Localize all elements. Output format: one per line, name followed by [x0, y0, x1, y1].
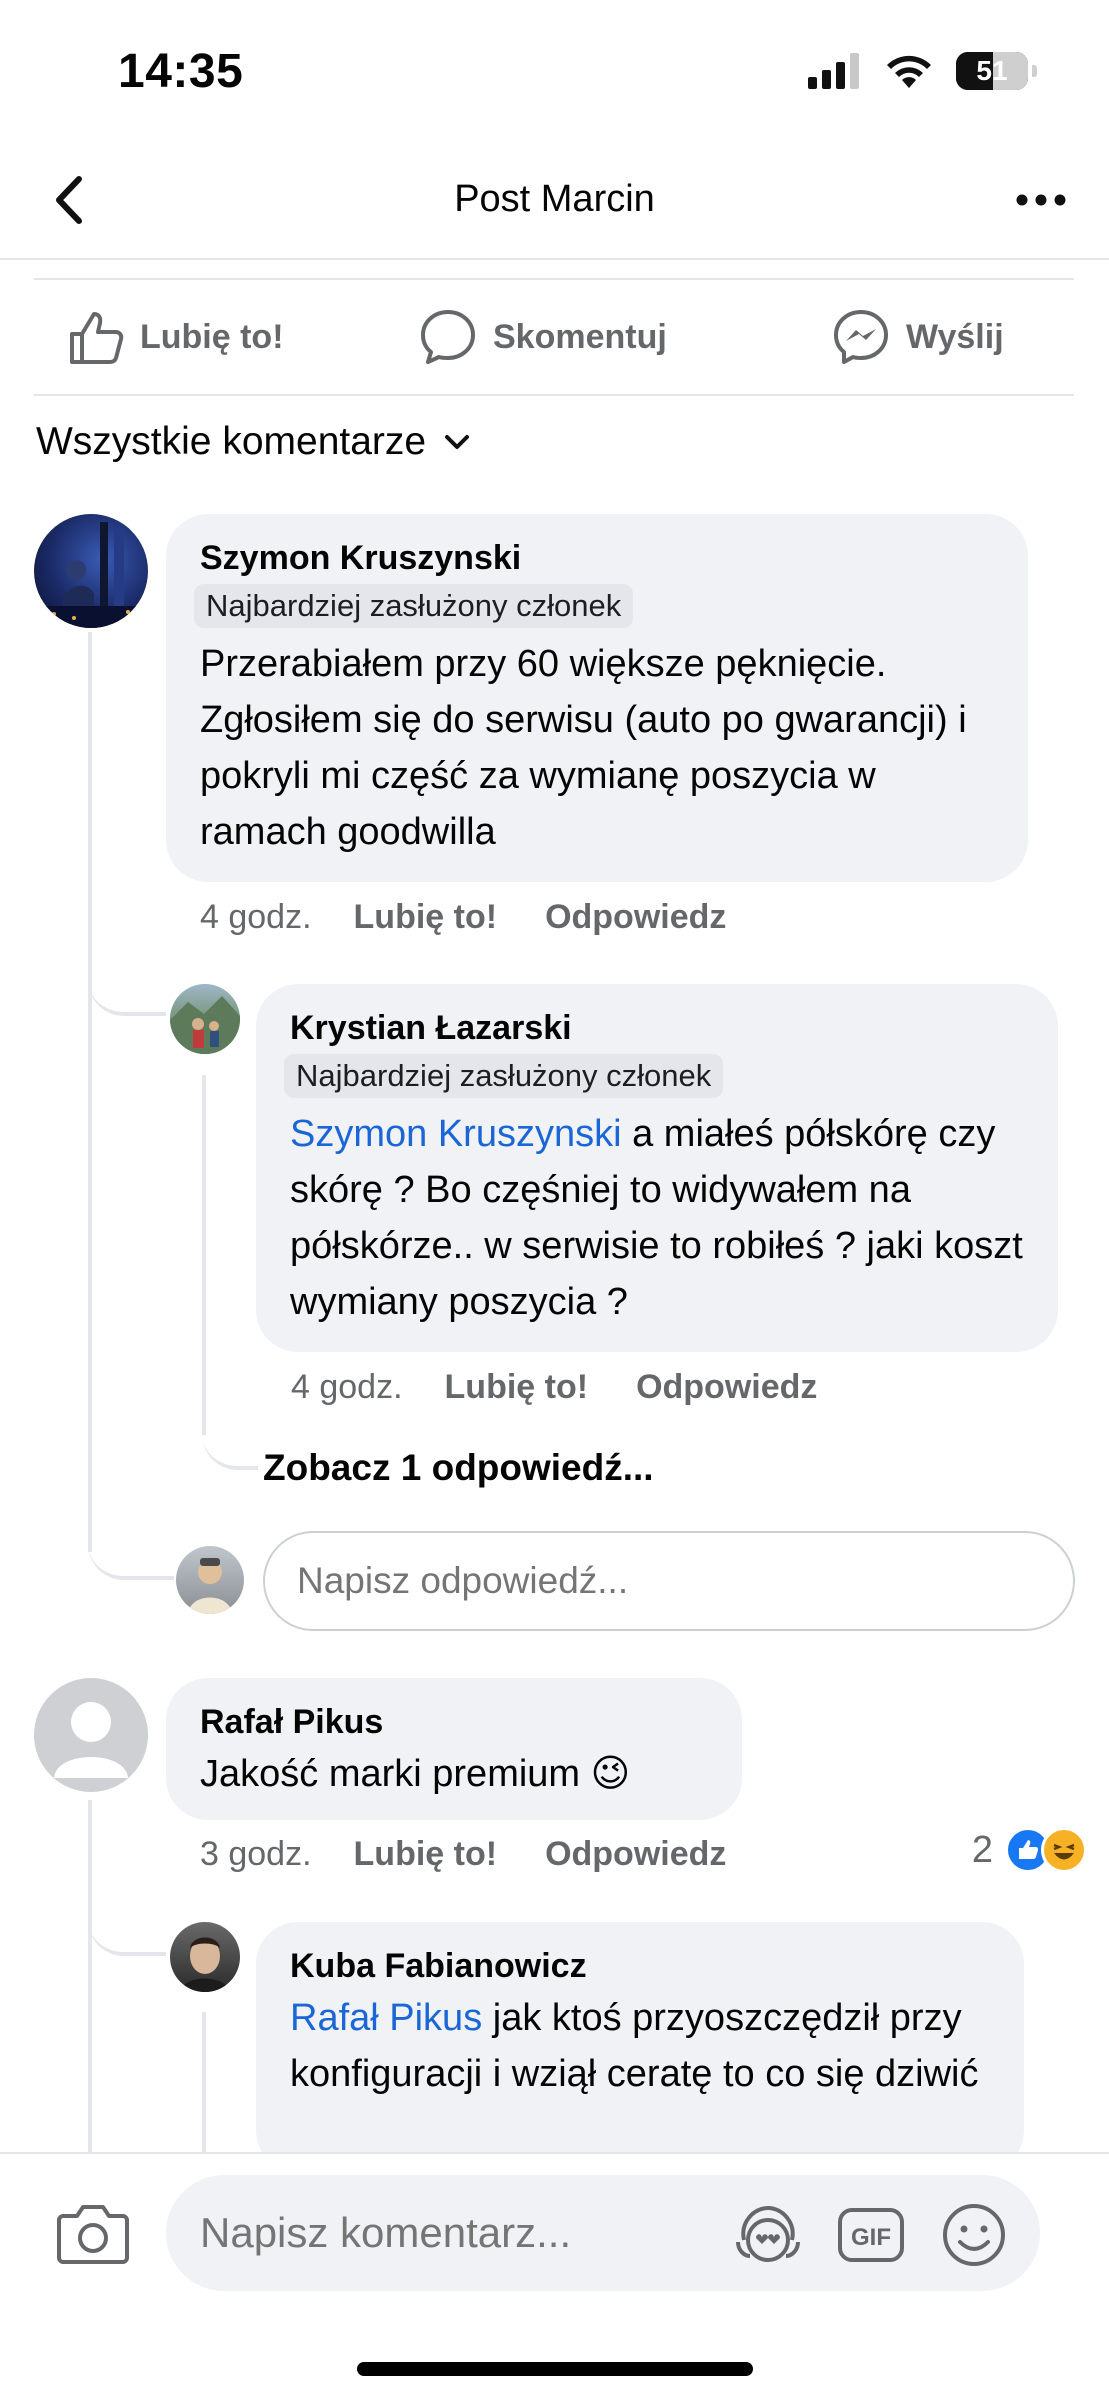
comment-text: Jakość marki premium 😉 — [200, 1753, 631, 1795]
thread-connector — [88, 1880, 166, 1956]
comment-input[interactable] — [166, 2175, 1040, 2291]
comment-author[interactable]: Rafał Pikus — [200, 1700, 708, 1744]
member-badge: Najbardziej zasłużony członek — [194, 584, 634, 628]
more-options-button[interactable] — [1009, 172, 1073, 228]
like-post-label: Lubię to! — [140, 317, 284, 356]
comment-like-button[interactable]: Lubię to! — [354, 898, 498, 937]
comment-composer-bar: GIF — [0, 2152, 1109, 2400]
comment-post-button[interactable]: Skomentuj — [419, 308, 667, 366]
comment-like-button[interactable]: Lubię to! — [354, 1835, 498, 1874]
reaction-count: 2 — [971, 1828, 993, 1871]
comment-reply-button[interactable]: Odpowiedz — [545, 898, 726, 937]
mention-link[interactable]: Rafał Pikus — [290, 1997, 482, 2039]
comment-time: 4 godz. — [200, 898, 312, 936]
avatar-sticker-button[interactable] — [733, 2200, 803, 2270]
cellular-signal-icon — [808, 53, 859, 89]
camera-icon — [57, 2205, 129, 2264]
comment-post-label: Skomentuj — [493, 317, 667, 356]
comment-sort-label: Wszystkie komentarze — [36, 420, 427, 463]
comment-bubble: Szymon Kruszynski Najbardziej zasłużony … — [166, 514, 1028, 882]
messenger-icon — [834, 310, 888, 364]
reply-bubble: Kuba Fabianowicz Rafał Pikus jak ktoś pr… — [256, 1922, 1024, 2172]
post-header: Post Marcin — [0, 150, 1109, 260]
status-icons: 51 — [808, 52, 1037, 90]
smiley-icon — [943, 2204, 1005, 2266]
post-action-bar: Lubię to! Skomentuj Wyślij — [34, 278, 1074, 396]
comment-meta: 3 godz. Lubię to! Odpowiedz — [200, 1835, 774, 1874]
avatar[interactable] — [170, 1922, 240, 1992]
avatar-image — [170, 996, 240, 1054]
like-post-button[interactable]: Lubię to! — [66, 308, 284, 366]
reply-text: Szymon Kruszynski a miałeś półskórę czy … — [290, 1106, 1024, 1330]
reply-author[interactable]: Krystian Łazarski — [290, 1006, 1024, 1050]
reply-time: 4 godz. — [291, 1368, 403, 1406]
reply-reply-button[interactable]: Odpowiedz — [636, 1368, 817, 1407]
thread-connector — [88, 1500, 174, 1580]
comment-author[interactable]: Szymon Kruszynski — [200, 536, 994, 580]
comment-sort-dropdown[interactable]: Wszystkie komentarze — [36, 420, 470, 464]
thread-connector — [202, 1400, 258, 1470]
reply-input[interactable] — [263, 1531, 1075, 1631]
battery-level: 51 — [976, 55, 1008, 86]
comment-text: Przerabiałem przy 60 większe pęknięcie. … — [200, 643, 967, 853]
avatar-image — [180, 1937, 230, 1992]
wifi-icon — [887, 55, 931, 88]
avatar-image — [188, 1558, 232, 1614]
reply-text: Rafał Pikus jak ktoś przyoszczędził przy… — [290, 1990, 990, 2102]
battery-icon: 51 — [956, 52, 1028, 90]
thumbs-up-icon — [70, 312, 124, 364]
chevron-down-icon — [445, 435, 470, 449]
more-dots-icon — [1016, 194, 1066, 206]
default-avatar-icon — [54, 1702, 128, 1778]
avatar[interactable] — [34, 514, 148, 628]
comment-time: 3 godz. — [200, 1835, 312, 1873]
avatar[interactable] — [34, 1678, 148, 1792]
reply-author[interactable]: Kuba Fabianowicz — [290, 1944, 990, 1988]
avatar-image — [34, 522, 148, 628]
thread-line — [88, 1800, 92, 2160]
comment-reply-button[interactable]: Odpowiedz — [545, 1835, 726, 1874]
thread-line — [88, 632, 92, 1552]
comment-meta: 4 godz. Lubię to! Odpowiedz — [200, 898, 774, 937]
status-bar: 14:35 51 — [0, 0, 1109, 140]
reply-like-button[interactable]: Lubię to! — [445, 1368, 589, 1407]
gif-label: GIF — [851, 2224, 891, 2251]
emoji-button[interactable] — [939, 2200, 1009, 2270]
haha-reaction-icon — [1041, 1827, 1087, 1873]
home-indicator — [357, 2362, 753, 2376]
comment-bubble: Rafał Pikus Jakość marki premium 😉 — [166, 1678, 742, 1820]
battery-tip — [1032, 65, 1037, 77]
mention-link[interactable]: Szymon Kruszynski — [290, 1113, 622, 1155]
gif-icon: GIF — [838, 2208, 904, 2262]
gif-button[interactable]: GIF — [836, 2200, 906, 2270]
avatar — [176, 1546, 244, 1614]
comment-bubble-icon — [421, 310, 475, 364]
thread-line — [202, 1075, 206, 1435]
camera-button[interactable] — [56, 2196, 130, 2270]
see-more-replies-link[interactable]: Zobacz 1 odpowiedź... — [263, 1447, 654, 1489]
page-title: Post Marcin — [454, 178, 655, 220]
status-time: 14:35 — [118, 45, 244, 98]
avatar[interactable] — [170, 984, 240, 1054]
avatar-sticker-icon — [736, 2205, 800, 2262]
reaction-summary[interactable]: 2 — [972, 1827, 1087, 1873]
member-badge: Najbardziej zasłużony członek — [284, 1054, 724, 1098]
send-post-button[interactable]: Wyślij — [832, 308, 1004, 366]
send-post-label: Wyślij — [906, 317, 1004, 356]
reply-bubble: Krystian Łazarski Najbardziej zasłużony … — [256, 984, 1058, 1352]
thread-line — [202, 2012, 206, 2162]
thread-connector — [88, 940, 166, 1016]
reply-meta: 4 godz. Lubię to! Odpowiedz — [291, 1368, 865, 1407]
